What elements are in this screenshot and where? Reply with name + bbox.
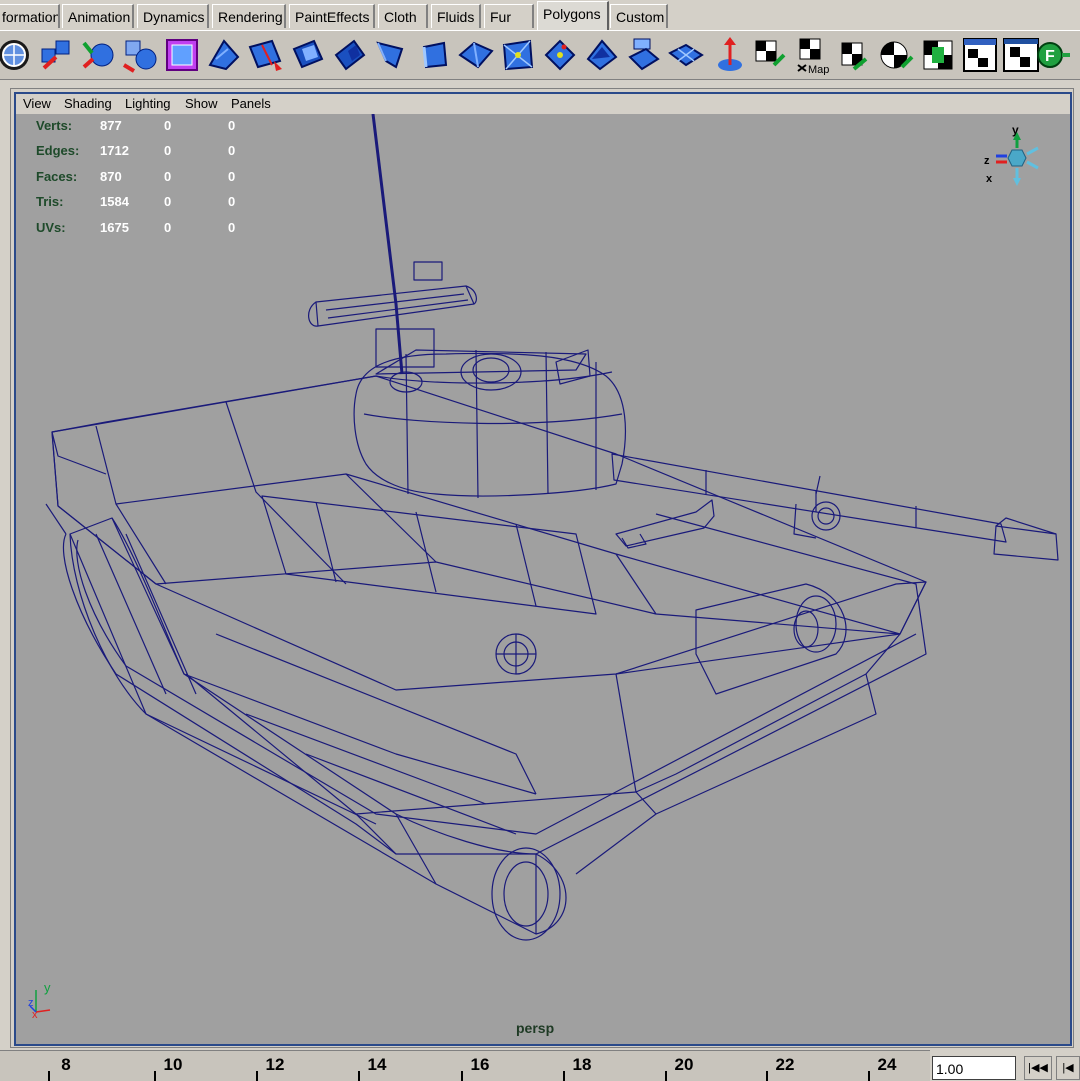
collapse-icon[interactable] (540, 35, 580, 75)
menu-lighting[interactable]: Lighting (125, 94, 171, 114)
step-back-button[interactable]: |◀ (1056, 1056, 1080, 1080)
hud-label: Tris: (36, 194, 64, 209)
frame-tick-label: 10 (163, 1055, 183, 1074)
view-cube-icon[interactable]: y z x (982, 120, 1052, 210)
hud-row-tris: Tris: 1584 0 0 (36, 194, 336, 214)
tank-wireframe-model[interactable] (16, 114, 1070, 1044)
hud-label: Verts: (36, 118, 73, 133)
tab-information[interactable]: formation (0, 4, 60, 28)
svg-text:F: F (1045, 48, 1055, 65)
polygons-shelf: Map F (0, 30, 1080, 80)
frame-tick-label: 18 (572, 1055, 592, 1074)
fill-hole-icon[interactable] (582, 35, 622, 75)
hud-value: 0 (228, 118, 236, 133)
hud-value: 0 (164, 118, 172, 133)
menu-shading[interactable]: Shading (64, 94, 112, 114)
menu-panels[interactable]: Panels (231, 94, 271, 114)
hud-value: 1584 (100, 194, 129, 209)
smooth-icon[interactable] (204, 35, 244, 75)
panel-menu-bar: View Shading Lighting Show Panels (16, 94, 1070, 114)
hud-value: 877 (100, 118, 122, 133)
hud-value: 0 (228, 169, 236, 184)
append-polygon-icon[interactable] (414, 35, 454, 75)
tab-fur[interactable]: Fur (484, 4, 534, 28)
hud-value: 0 (228, 143, 236, 158)
smooth-proxy-icon[interactable] (162, 35, 202, 75)
menu-show[interactable]: Show (185, 94, 218, 114)
tab-animation[interactable]: Animation (62, 4, 134, 28)
map-text: Map (808, 64, 829, 75)
frame-tick-label: 16 (470, 1055, 490, 1074)
tab-dynamics[interactable]: Dynamics (137, 4, 209, 28)
bridge-icon[interactable] (372, 35, 412, 75)
separate-icon[interactable] (78, 35, 118, 75)
hud-row-uvs: UVs: 1675 0 0 (36, 220, 336, 240)
frame-tick-label: 22 (775, 1055, 795, 1074)
poke-face-icon[interactable] (624, 35, 664, 75)
origin-x-label: x (32, 1009, 38, 1018)
hud-value: 0 (164, 169, 172, 184)
frame-tick-label: 8 (61, 1055, 71, 1074)
hud-value: 1675 (100, 220, 129, 235)
camera-name-label: persp (516, 1020, 555, 1036)
spherical-mapping-icon[interactable] (876, 35, 916, 75)
frame-tick-label: 14 (367, 1055, 387, 1074)
uv-texture-editor-icon[interactable] (960, 35, 1000, 75)
automatic-mapping-icon[interactable]: Map (792, 35, 832, 75)
origin-axes-icon: y z x (28, 980, 51, 1018)
frame-tick-label: 24 (877, 1055, 897, 1074)
go-to-start-button[interactable]: |◀◀ (1024, 1056, 1052, 1080)
hud-label: Faces: (36, 169, 78, 184)
wedge-face-icon[interactable] (498, 35, 538, 75)
hud-row-edges: Edges: 1712 0 0 (36, 143, 336, 163)
tab-custom[interactable]: Custom (610, 4, 668, 28)
hud-label: Edges: (36, 143, 80, 158)
origin-z-label: z (28, 997, 34, 1009)
tab-polygons[interactable]: Polygons (537, 1, 609, 30)
shelf-tab-bar: formation Animation Dynamics Rendering P… (0, 0, 1080, 30)
hud-value: 1712 (100, 143, 129, 158)
extract-icon[interactable] (120, 35, 160, 75)
hud-value: 0 (228, 194, 236, 209)
poly-sphere-icon[interactable] (0, 35, 34, 75)
time-slider[interactable]: 8 10 12 14 16 18 20 22 24 (0, 1050, 930, 1081)
hud-row-verts: Verts: 877 0 0 (36, 118, 336, 138)
extrude-edge-icon[interactable] (330, 35, 370, 75)
axis-z-label: z (984, 155, 990, 167)
tab-painteffects[interactable]: PaintEffects (289, 4, 375, 28)
planar-mapping-icon[interactable] (750, 35, 790, 75)
hud-value: 870 (100, 169, 122, 184)
hud-value: 0 (164, 143, 172, 158)
hud-row-faces: Faces: 870 0 0 (36, 169, 336, 189)
normal-based-mapping-icon[interactable] (918, 35, 958, 75)
hud-label: UVs: (36, 220, 66, 235)
transform-component-icon[interactable] (708, 35, 748, 75)
tab-cloth[interactable]: Cloth (378, 4, 428, 28)
tab-fluids[interactable]: Fluids (431, 4, 481, 28)
hud-value: 0 (228, 220, 236, 235)
next-shelf-icon[interactable]: F (1030, 35, 1070, 75)
menu-view[interactable]: View (23, 94, 51, 114)
current-frame-field[interactable]: 1.00 (932, 1056, 1016, 1080)
frame-tick-label: 20 (674, 1055, 694, 1074)
cylindrical-mapping-icon[interactable] (834, 35, 874, 75)
origin-y-label: y (44, 980, 51, 995)
merge-vertices-icon[interactable] (456, 35, 496, 75)
tab-rendering[interactable]: Rendering (212, 4, 286, 28)
axis-x-label: x (986, 173, 993, 185)
frame-tick-label: 12 (265, 1055, 285, 1074)
subdivide-icon[interactable] (666, 35, 706, 75)
combine-icon[interactable] (36, 35, 76, 75)
hud-value: 0 (164, 220, 172, 235)
hud-value: 0 (164, 194, 172, 209)
perspective-viewport[interactable]: Verts: 877 0 0 Edges: 1712 0 0 Faces: 87… (16, 114, 1070, 1044)
split-polygon-icon[interactable] (246, 35, 286, 75)
extrude-face-icon[interactable] (288, 35, 328, 75)
